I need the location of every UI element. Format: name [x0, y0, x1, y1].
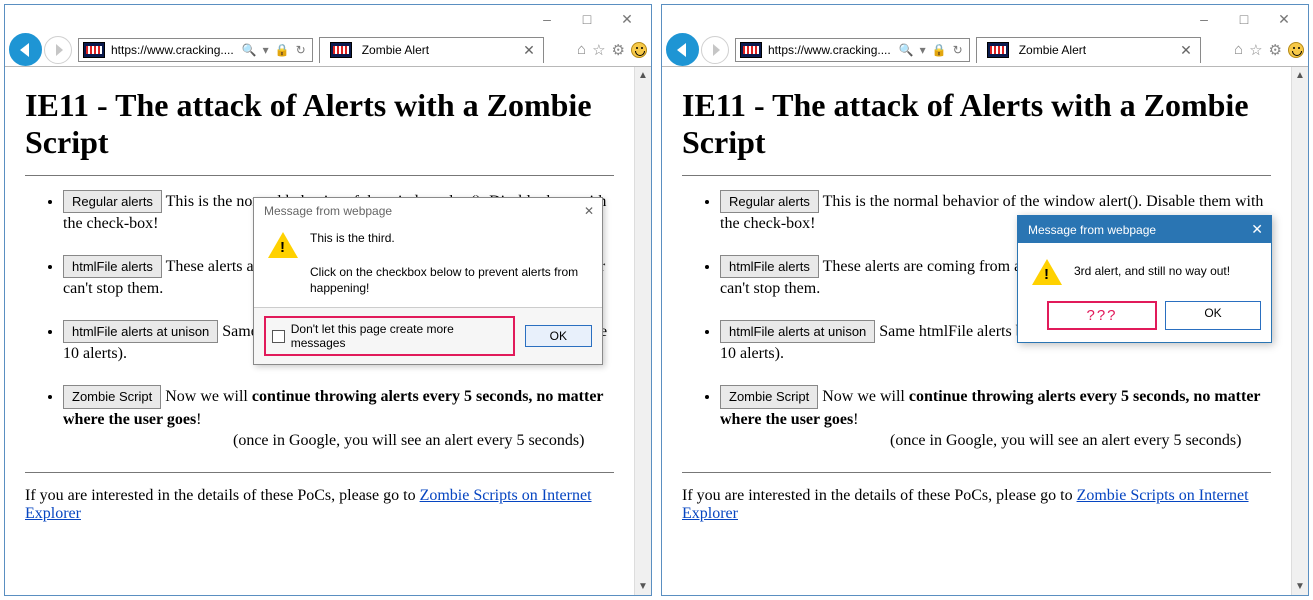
- home-icon[interactable]: ⌂: [1234, 41, 1243, 58]
- browser-chrome: https://www.cracking.... 🔍 ▾ 🔒 ↻ Zombie …: [662, 33, 1308, 67]
- tab-close-button[interactable]: ✕: [1178, 42, 1194, 59]
- dialog-ok-button[interactable]: OK: [525, 325, 592, 347]
- window-titlebar: – □ ✕: [5, 5, 651, 33]
- dropdown-icon[interactable]: ▾: [920, 44, 926, 56]
- item-text: !: [196, 411, 201, 428]
- dialog-title: Message from webpage: [264, 204, 392, 218]
- htmlfile-unison-button[interactable]: htmlFile alerts at unison: [63, 320, 218, 344]
- regular-alerts-button[interactable]: Regular alerts: [720, 190, 819, 214]
- tab-icon: [987, 42, 1009, 58]
- tools-icon[interactable]: ⚙: [1269, 41, 1282, 59]
- vertical-scrollbar[interactable]: ▲ ▼: [1291, 67, 1308, 595]
- item-note: (once in Google, you will see an alert e…: [233, 430, 584, 452]
- page-title: IE11 - The attack of Alerts with a Zombi…: [25, 87, 614, 161]
- browser-tab[interactable]: Zombie Alert ✕: [319, 37, 544, 63]
- refresh-icon[interactable]: ↻: [953, 44, 963, 56]
- tab-icon: [330, 42, 352, 58]
- footer-text: If you are interested in the details of …: [25, 487, 614, 523]
- home-icon[interactable]: ⌂: [577, 41, 586, 58]
- tab-title: Zombie Alert: [1019, 43, 1086, 57]
- vertical-scrollbar[interactable]: ▲ ▼: [634, 67, 651, 595]
- browser-window-right: – □ ✕ https://www.cracking.... 🔍 ▾ 🔒 ↻ Z…: [661, 4, 1309, 596]
- list-item: Zombie Script Now we will continue throw…: [63, 385, 614, 452]
- site-icon: [740, 42, 762, 58]
- dialog-close-icon[interactable]: ✕: [1251, 221, 1263, 238]
- item-text: !: [853, 411, 858, 428]
- lock-icon: 🔒: [275, 44, 290, 56]
- content-area: IE11 - The attack of Alerts with a Zombi…: [662, 67, 1308, 595]
- list-item: Zombie Script Now we will continue throw…: [720, 385, 1271, 452]
- zombie-script-button[interactable]: Zombie Script: [720, 385, 818, 409]
- window-maximize[interactable]: □: [567, 7, 607, 31]
- suppress-checkbox-highlight: Don't let this page create more messages: [264, 316, 515, 356]
- alert-dialog-classic: Message from webpage ✕ This is the third…: [253, 197, 603, 365]
- nav-forward-button[interactable]: [44, 36, 72, 64]
- tab-title: Zombie Alert: [362, 43, 429, 57]
- dropdown-icon[interactable]: ▾: [263, 44, 269, 56]
- htmlfile-unison-button[interactable]: htmlFile alerts at unison: [720, 320, 875, 344]
- item-note: (once in Google, you will see an alert e…: [890, 430, 1241, 452]
- search-icon[interactable]: 🔍: [242, 44, 257, 56]
- nav-forward-button[interactable]: [701, 36, 729, 64]
- item-text: Now we will: [161, 388, 252, 405]
- regular-alerts-button[interactable]: Regular alerts: [63, 190, 162, 214]
- alert-dialog-modern: Message from webpage ✕ 3rd alert, and st…: [1017, 215, 1272, 343]
- browser-window-left: – □ ✕ https://www.cracking.... 🔍 ▾ 🔒 ↻ Z…: [4, 4, 652, 596]
- address-bar[interactable]: https://www.cracking.... 🔍 ▾ 🔒 ↻: [78, 38, 313, 62]
- scroll-up-icon[interactable]: ▲: [635, 67, 651, 84]
- page-title: IE11 - The attack of Alerts with a Zombi…: [682, 87, 1271, 161]
- window-minimize[interactable]: –: [1184, 7, 1224, 31]
- dialog-message: 3rd alert, and still no way out!: [1074, 264, 1230, 278]
- warning-icon: [268, 232, 298, 258]
- htmlfile-alerts-button[interactable]: htmlFile alerts: [63, 255, 162, 279]
- footer-text: If you are interested in the details of …: [682, 487, 1271, 523]
- missing-checkbox-highlight: ???: [1047, 301, 1157, 330]
- refresh-icon[interactable]: ↻: [296, 44, 306, 56]
- dialog-ok-button[interactable]: OK: [1165, 301, 1261, 330]
- scroll-down-icon[interactable]: ▼: [635, 578, 651, 595]
- scroll-down-icon[interactable]: ▼: [1292, 578, 1308, 595]
- item-text: Now we will: [818, 388, 909, 405]
- window-close[interactable]: ✕: [607, 7, 647, 31]
- favorites-icon[interactable]: ☆: [1249, 41, 1262, 59]
- warning-icon: [1032, 259, 1062, 285]
- dialog-title: Message from webpage: [1028, 223, 1156, 237]
- zombie-script-button[interactable]: Zombie Script: [63, 385, 161, 409]
- window-titlebar: – □ ✕: [662, 5, 1308, 33]
- url-text: https://www.cracking....: [109, 43, 236, 57]
- site-icon: [83, 42, 105, 58]
- address-bar[interactable]: https://www.cracking.... 🔍 ▾ 🔒 ↻: [735, 38, 970, 62]
- nav-back-button[interactable]: [9, 33, 42, 66]
- window-close[interactable]: ✕: [1264, 7, 1304, 31]
- browser-chrome: https://www.cracking.... 🔍 ▾ 🔒 ↻ Zombie …: [5, 33, 651, 67]
- dialog-close-icon[interactable]: ✕: [584, 204, 594, 218]
- url-text: https://www.cracking....: [766, 43, 893, 57]
- tools-icon[interactable]: ⚙: [612, 41, 625, 59]
- window-maximize[interactable]: □: [1224, 7, 1264, 31]
- content-area: IE11 - The attack of Alerts with a Zombi…: [5, 67, 651, 595]
- favorites-icon[interactable]: ☆: [592, 41, 605, 59]
- dialog-message: This is the third. Click on the checkbox…: [310, 230, 588, 297]
- browser-tab[interactable]: Zombie Alert ✕: [976, 37, 1201, 63]
- tab-close-button[interactable]: ✕: [521, 42, 537, 59]
- scroll-up-icon[interactable]: ▲: [1292, 67, 1308, 84]
- search-icon[interactable]: 🔍: [899, 44, 914, 56]
- suppress-checkbox[interactable]: [272, 330, 285, 343]
- window-minimize[interactable]: –: [527, 7, 567, 31]
- htmlfile-alerts-button[interactable]: htmlFile alerts: [720, 255, 819, 279]
- lock-icon: 🔒: [932, 44, 947, 56]
- nav-back-button[interactable]: [666, 33, 699, 66]
- feedback-icon[interactable]: [631, 42, 647, 58]
- feedback-icon[interactable]: [1288, 42, 1304, 58]
- suppress-label: Don't let this page create more messages: [291, 322, 507, 350]
